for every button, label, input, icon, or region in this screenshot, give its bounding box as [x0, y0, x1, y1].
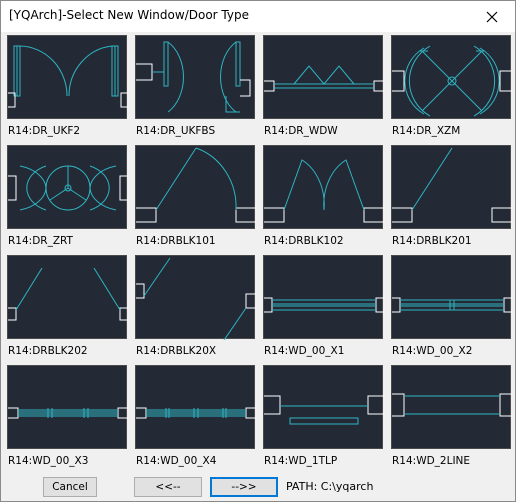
next-page-button[interactable]: -->>	[210, 477, 278, 497]
grid-item-label: R14:DR_WDW	[264, 125, 338, 137]
door-preview-icon	[136, 147, 256, 223]
window-preview-icon	[392, 297, 512, 313]
grid-item-label: R14:DRBLK101	[136, 235, 216, 247]
grid-item-label: R14:WD_00_X3	[8, 455, 89, 467]
grid-item-dr-zrt[interactable]: R14:DR_ZRT	[7, 145, 128, 251]
grid-item-dr-ukfbs[interactable]: R14:DR_UKFBS	[135, 35, 255, 141]
preview-thumbnail	[135, 255, 256, 340]
window-preview-icon	[8, 407, 128, 419]
cancel-button[interactable]: Cancel	[43, 477, 97, 497]
preview-thumbnail	[263, 145, 384, 229]
grid-item-dr-ukf2[interactable]: R14:DR_UKF2	[7, 35, 128, 141]
dialog-title: [YQArch]-Select New Window/Door Type	[9, 8, 249, 22]
door-preview-icon	[136, 41, 251, 113]
revolving-door-icon	[392, 45, 512, 117]
grid-item-wd-00-x1[interactable]: R14:WD_00_X1	[263, 255, 384, 361]
preview-thumbnail	[391, 35, 512, 119]
grid-item-label: R14:WD_00_X1	[264, 345, 345, 357]
grid-item-wd-2line[interactable]: R14:WD_2LINE	[391, 365, 512, 471]
window-preview-icon	[392, 393, 512, 417]
preview-thumbnail	[391, 365, 512, 449]
grid-item-wd-00-x4[interactable]: R14:WD_00_X4	[135, 365, 256, 471]
grid-item-label: R14:WD_1TLP	[264, 455, 338, 467]
door-preview-icon	[8, 45, 128, 108]
grid-item-label: R14:DRBLK201	[392, 235, 472, 247]
preview-thumbnail	[263, 255, 384, 339]
grid-item-label: R14:DR_UKF2	[8, 125, 81, 137]
preview-thumbnail	[7, 145, 128, 229]
door-preview-icon	[392, 147, 512, 223]
path-label: PATH: C:\yqarch	[286, 480, 374, 493]
grid-item-drblk202[interactable]: R14:DRBLK202	[7, 255, 128, 361]
window-preview-icon	[264, 395, 384, 425]
grid-item-drblk20x[interactable]: R14:DRBLK20X	[135, 255, 256, 361]
preview-thumbnail	[391, 255, 512, 339]
grid-item-wd-1tlp[interactable]: R14:WD_1TLP	[263, 365, 384, 471]
preview-thumbnail	[135, 145, 256, 229]
grid-item-label: R14:WD_2LINE	[392, 455, 471, 467]
preview-thumbnail	[135, 365, 256, 449]
preview-thumbnail	[7, 365, 128, 449]
preview-thumbnail	[263, 35, 384, 119]
window-preview-icon	[264, 65, 384, 92]
revolving-door-icon	[8, 165, 128, 211]
preview-thumbnail	[391, 145, 512, 229]
door-window-grid: R14:DR_UKF2 R14:DR_UKFBS R14:DR_WDW R14:…	[7, 35, 512, 473]
grid-item-label: R14:WD_00_X4	[136, 455, 217, 467]
grid-item-label: R14:DR_ZRT	[8, 235, 73, 247]
grid-item-label: R14:DRBLK202	[8, 345, 88, 357]
grid-item-label: R14:DRBLK20X	[136, 345, 217, 357]
select-window-door-dialog: [YQArch]-Select New Window/Door Type R14…	[0, 0, 516, 502]
grid-item-dr-xzm[interactable]: R14:DR_XZM	[391, 35, 512, 141]
grid-item-dr-wdw[interactable]: R14:DR_WDW	[263, 35, 384, 141]
door-preview-icon	[8, 267, 128, 321]
previous-page-button[interactable]: <<--	[134, 477, 202, 497]
grid-item-label: R14:DRBLK102	[264, 235, 344, 247]
close-icon	[486, 11, 498, 22]
close-button[interactable]	[469, 1, 515, 32]
preview-thumbnail	[263, 365, 384, 449]
title-bar: [YQArch]-Select New Window/Door Type	[1, 1, 515, 32]
preview-thumbnail	[135, 35, 255, 119]
grid-item-drblk102[interactable]: R14:DRBLK102	[263, 145, 384, 251]
door-preview-icon	[264, 159, 384, 223]
door-preview-icon	[136, 257, 256, 340]
window-preview-icon	[136, 407, 256, 419]
grid-item-label: R14:DR_UKFBS	[136, 125, 216, 137]
grid-item-label: R14:WD_00_X2	[392, 345, 473, 357]
grid-item-drblk101[interactable]: R14:DRBLK101	[135, 145, 256, 251]
grid-item-drblk201[interactable]: R14:DRBLK201	[391, 145, 512, 251]
window-preview-icon	[264, 297, 384, 313]
grid-item-wd-00-x2[interactable]: R14:WD_00_X2	[391, 255, 512, 361]
grid-item-label: R14:DR_XZM	[392, 125, 461, 137]
grid-item-wd-00-x3[interactable]: R14:WD_00_X3	[7, 365, 128, 471]
preview-thumbnail	[7, 35, 128, 119]
preview-thumbnail	[7, 255, 128, 339]
